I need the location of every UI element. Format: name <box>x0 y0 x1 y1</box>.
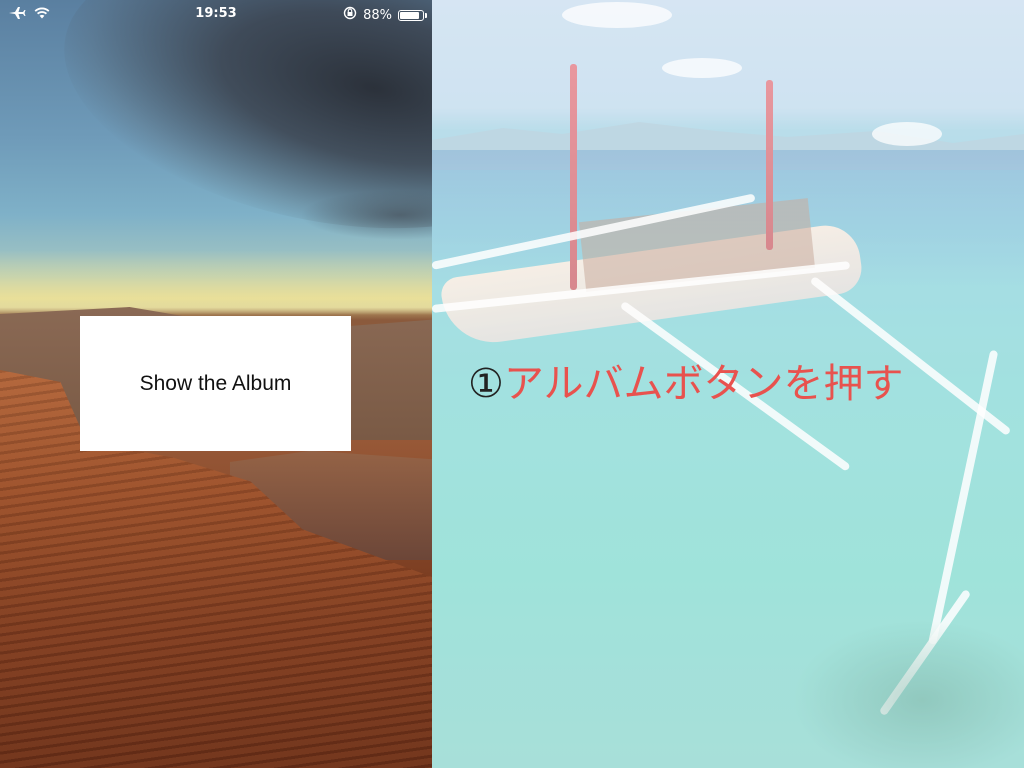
show-album-button[interactable]: Show the Album <box>80 316 351 451</box>
tutorial-screen: 19:53 88% Show the Album ①アルバムボタンを押す <box>0 0 1024 768</box>
battery-percent: 88% <box>363 7 392 23</box>
horizon-glow <box>0 250 432 320</box>
instruction-panel: ①アルバムボタンを押す <box>432 0 1024 768</box>
phone-screen: 19:53 88% Show the Album <box>0 0 432 768</box>
step-text: アルバムボタンを押す <box>503 361 904 407</box>
status-right: 88% <box>343 6 427 24</box>
step-number: ① <box>468 361 504 407</box>
battery-level-fill <box>400 11 420 19</box>
battery-icon <box>398 9 427 21</box>
orientation-lock-icon <box>343 6 357 24</box>
instruction-caption: ①アルバムボタンを押す <box>468 356 903 412</box>
status-bar: 19:53 88% <box>0 0 432 28</box>
